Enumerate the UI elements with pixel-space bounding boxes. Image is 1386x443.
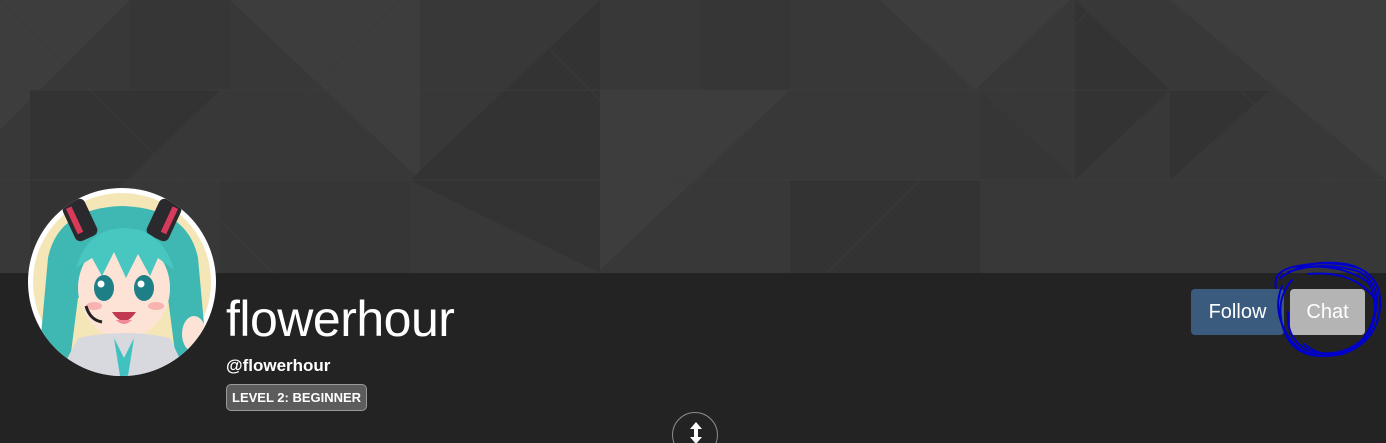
expand-vertical-arrows-icon — [690, 422, 702, 443]
profile-display-name: flowerhour — [226, 291, 455, 347]
profile-header: flowerhour @flowerhour LEVEL 2: BEGINNER… — [0, 0, 1386, 443]
level-badge: LEVEL 2: BEGINNER — [226, 384, 368, 411]
follow-button[interactable]: Follow — [1191, 289, 1284, 335]
chat-button[interactable]: Chat — [1290, 289, 1365, 335]
anime-girl-avatar-icon — [33, 193, 211, 376]
profile-handle: @flowerhour — [226, 356, 331, 375]
profile-avatar[interactable] — [28, 188, 216, 376]
